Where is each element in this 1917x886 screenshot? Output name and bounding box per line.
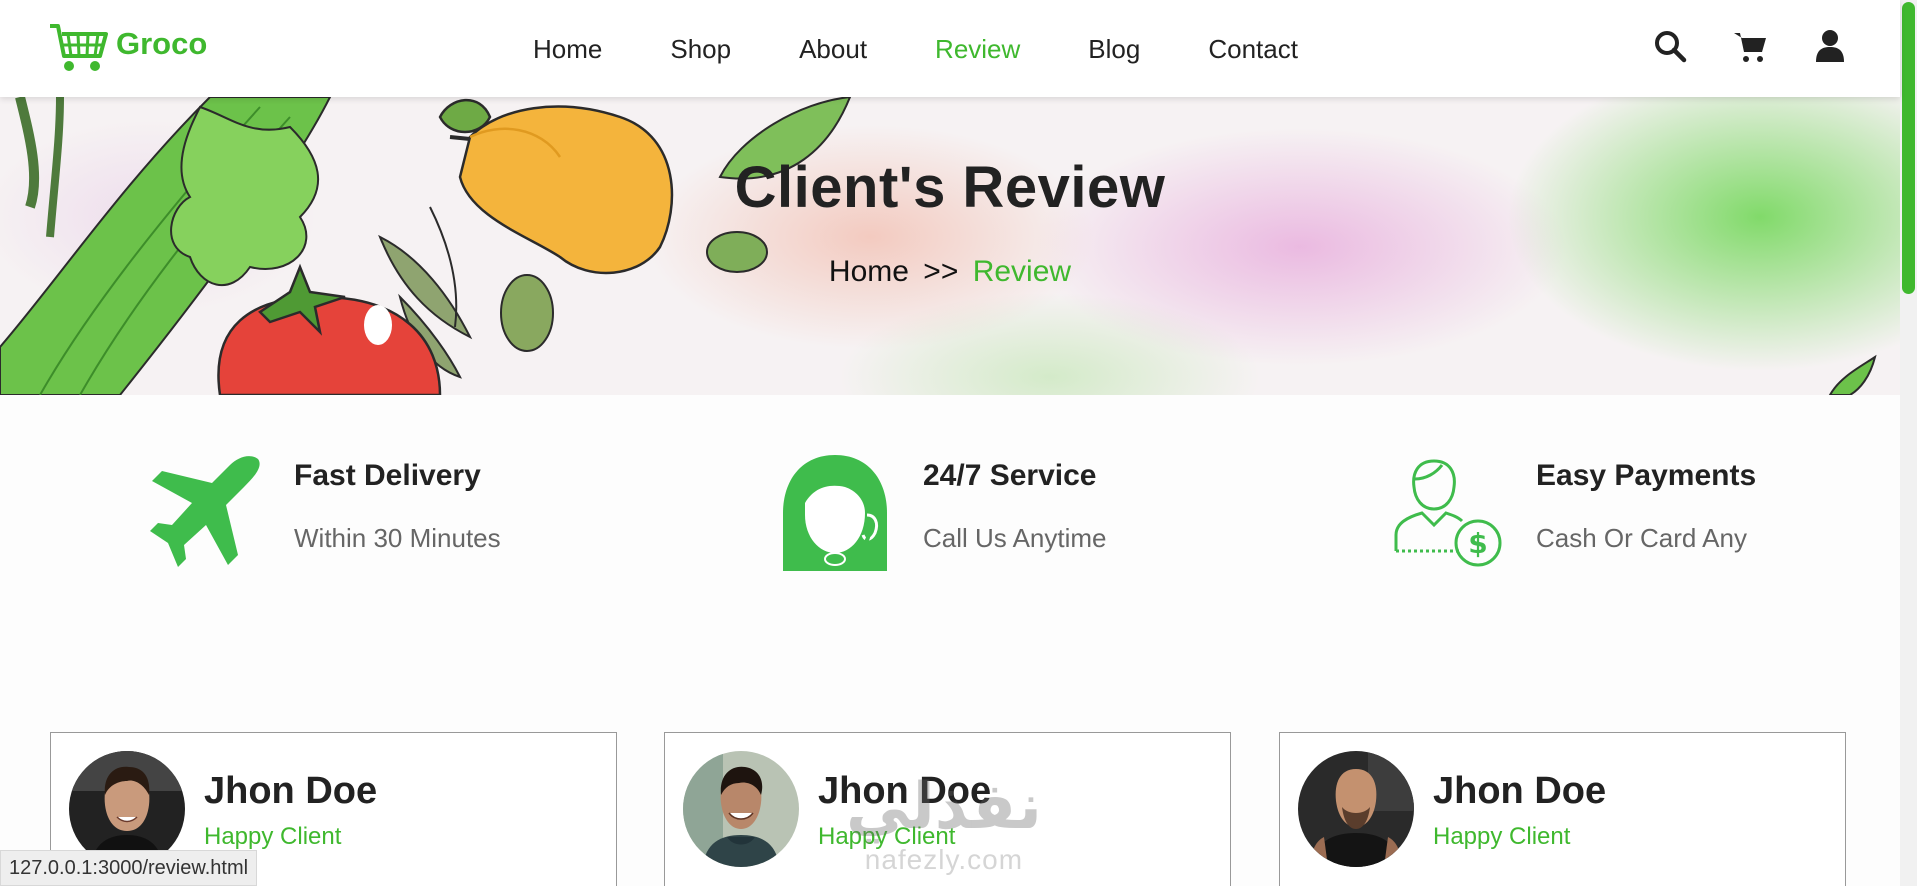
feature-easy-payments: $ Easy Payments Cash Or Card Any bbox=[1388, 453, 1756, 573]
feature-fast-delivery: Fast Delivery Within 30 Minutes bbox=[146, 453, 501, 573]
payment-person-icon: $ bbox=[1388, 453, 1508, 573]
features-section: Fast Delivery Within 30 Minutes 24/7 Ser… bbox=[0, 395, 1900, 695]
breadcrumb-separator: >> bbox=[923, 255, 959, 288]
brand-logo[interactable]: Groco bbox=[48, 20, 207, 79]
breadcrumb: Home >> Review bbox=[0, 255, 1900, 289]
cart-icon[interactable] bbox=[1732, 28, 1768, 64]
brand-name: Groco bbox=[116, 26, 208, 61]
status-bar-url: 127.0.0.1:3000/review.html bbox=[0, 850, 258, 886]
review-card: Jhon Doe Happy Client bbox=[1279, 732, 1846, 886]
main-nav: Home Shop About Review Blog Contact bbox=[533, 30, 1366, 68]
svg-text:$: $ bbox=[1468, 527, 1487, 560]
cart-icon bbox=[48, 20, 110, 79]
avatar bbox=[683, 751, 799, 867]
nav-home[interactable]: Home bbox=[533, 30, 602, 68]
feature-title: Fast Delivery bbox=[294, 459, 481, 492]
reviewer-role: Happy Client bbox=[1433, 823, 1571, 850]
avatar bbox=[1298, 751, 1414, 867]
page-title: Client's Review bbox=[734, 155, 1166, 220]
watermark: نفذلي nafezly.com bbox=[846, 770, 1042, 876]
search-icon[interactable] bbox=[1652, 28, 1688, 64]
airplane-icon bbox=[146, 453, 266, 573]
feature-title: 24/7 Service bbox=[923, 459, 1097, 492]
reviewer-name: Jhon Doe bbox=[1433, 770, 1607, 812]
page-scrollbar[interactable] bbox=[1900, 0, 1917, 886]
vegetable-illustration bbox=[0, 97, 1877, 395]
watermark-arabic: نفذلي bbox=[846, 770, 1042, 844]
feature-subtitle: Within 30 Minutes bbox=[294, 523, 501, 553]
nav-shop[interactable]: Shop bbox=[670, 30, 731, 68]
reviewer-name: Jhon Doe bbox=[204, 770, 378, 812]
breadcrumb-home[interactable]: Home bbox=[829, 255, 909, 288]
feature-title: Easy Payments bbox=[1536, 459, 1757, 492]
feature-subtitle: Call Us Anytime bbox=[923, 523, 1107, 553]
scrollbar-thumb[interactable] bbox=[1902, 2, 1915, 294]
nav-contact[interactable]: Contact bbox=[1208, 30, 1298, 68]
feature-24-7-service: 24/7 Service Call Us Anytime bbox=[775, 453, 1107, 573]
breadcrumb-current: Review bbox=[972, 255, 1072, 288]
header-tools bbox=[1652, 28, 1848, 64]
hero-banner: Client's Review Home >> Review bbox=[0, 97, 1900, 395]
feature-subtitle: Cash Or Card Any bbox=[1536, 523, 1747, 553]
watermark-latin: nafezly.com bbox=[864, 844, 1024, 875]
nav-blog[interactable]: Blog bbox=[1088, 30, 1140, 68]
site-header: Groco Home Shop About Review Blog Contac… bbox=[0, 0, 1900, 97]
user-icon[interactable] bbox=[1812, 28, 1848, 64]
nav-review[interactable]: Review bbox=[935, 30, 1020, 68]
reviewer-role: Happy Client bbox=[204, 823, 342, 850]
headset-agent-icon bbox=[775, 453, 895, 573]
nav-about[interactable]: About bbox=[799, 30, 867, 68]
